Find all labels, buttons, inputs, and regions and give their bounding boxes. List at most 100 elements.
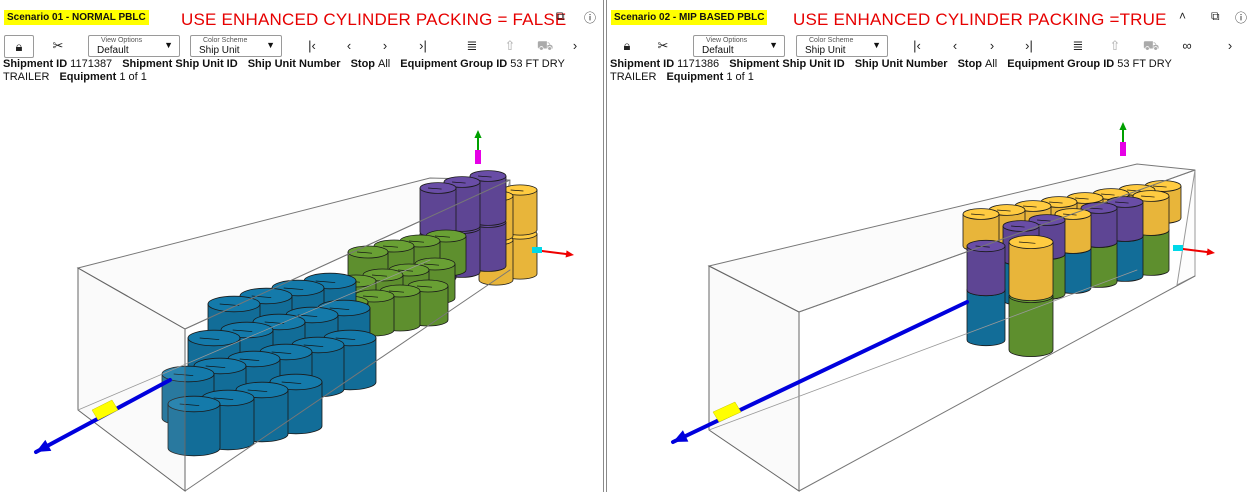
unload-icon: ⇧ bbox=[1109, 38, 1121, 53]
stack-icon: ≣ bbox=[466, 38, 478, 53]
cylinder-top bbox=[187, 329, 241, 347]
cylinder-body bbox=[966, 245, 1006, 297]
cylinder-top bbox=[1002, 220, 1040, 232]
popout-icon[interactable]: ⧉ bbox=[556, 9, 565, 24]
truck-button[interactable]: ⛟ bbox=[533, 35, 557, 56]
ship-unit-id-label: Shipment Ship Unit ID bbox=[122, 58, 238, 70]
load-3d-viewport[interactable] bbox=[607, 80, 1252, 492]
info-icon[interactable]: ⓘ bbox=[584, 9, 596, 26]
cylinder-body bbox=[966, 289, 1006, 347]
shipment-id: 1171386 bbox=[677, 58, 720, 70]
color-scheme-label: Color Scheme bbox=[203, 37, 248, 44]
first-icon: |‹ bbox=[308, 38, 316, 53]
packing-note: USE ENHANCED CYLINDER PACKING =TRUE bbox=[793, 10, 1167, 29]
color-scheme-label: Color Scheme bbox=[809, 37, 854, 44]
shipment-id: 1171387 bbox=[70, 58, 113, 70]
chevron-down-icon: ▼ bbox=[769, 40, 778, 50]
more-icon: › bbox=[572, 38, 578, 53]
y-axis-arrow-icon bbox=[474, 130, 482, 138]
packing-note: USE ENHANCED CYLINDER PACKING = FALSE bbox=[181, 10, 567, 29]
equipment-group-value: 53 FT DRY bbox=[510, 58, 565, 70]
y-axis-arrow-icon bbox=[1119, 122, 1127, 130]
shipment-id-label: Shipment ID bbox=[3, 58, 68, 70]
z-axis-arrow-icon bbox=[1206, 248, 1215, 256]
cylinder bbox=[966, 239, 1006, 297]
last-icon: ›| bbox=[419, 38, 427, 53]
unload-button[interactable]: ⇧ bbox=[1103, 35, 1127, 56]
panel-header: Scenario 02 - MIP BASED PBLC USE ENHANCE… bbox=[607, 0, 1252, 34]
chevron-down-icon: ▼ bbox=[872, 40, 881, 50]
color-scheme-select[interactable]: Color Scheme Ship Unit ▼ bbox=[796, 35, 888, 57]
z-axis-marker bbox=[1173, 245, 1183, 251]
last-icon: ›| bbox=[1025, 38, 1033, 53]
cylinder-top bbox=[1008, 234, 1054, 249]
prev-button[interactable]: ‹ bbox=[337, 35, 361, 56]
view-options-select[interactable]: View Options Default ▼ bbox=[693, 35, 785, 57]
stack-button[interactable]: ≣ bbox=[1066, 35, 1090, 56]
lock-button[interactable]: 🔒︎ bbox=[615, 35, 639, 56]
equipment-group-label: Equipment Group ID bbox=[400, 58, 508, 70]
chevron-down-icon: ▼ bbox=[164, 40, 173, 50]
glasses-button[interactable]: ∞ bbox=[1175, 35, 1199, 56]
toolbar: 🔒︎ ✂ View Options Default ▼ Color Scheme… bbox=[607, 35, 1252, 57]
cylinder-top bbox=[419, 182, 457, 194]
color-scheme-select[interactable]: Color Scheme Ship Unit ▼ bbox=[190, 35, 282, 57]
stop-value: All bbox=[378, 58, 391, 70]
y-axis-marker bbox=[1120, 142, 1126, 156]
ship-unit-number-label: Ship Unit Number bbox=[247, 58, 341, 70]
z-axis-arrow-icon bbox=[565, 250, 574, 258]
color-scheme-value: Ship Unit bbox=[199, 45, 240, 56]
truck-button[interactable]: ⛟ bbox=[1139, 35, 1163, 56]
stop-label: Stop bbox=[350, 58, 376, 70]
tools-button[interactable]: ✂ bbox=[651, 35, 675, 56]
last-button[interactable]: ›| bbox=[1017, 35, 1041, 56]
view-options-label: View Options bbox=[101, 37, 143, 44]
popout-icon[interactable]: ⧉ bbox=[1211, 9, 1220, 24]
color-scheme-value: Ship Unit bbox=[805, 45, 846, 56]
scenario-panel-left: Scenario 01 - NORMAL PBLC USE ENHANCED C… bbox=[0, 0, 604, 492]
load-3d-viewport[interactable] bbox=[0, 80, 603, 492]
ship-unit-number-label: Ship Unit Number bbox=[854, 58, 948, 70]
last-button[interactable]: ›| bbox=[411, 35, 435, 56]
scenario-panel-right: Scenario 02 - MIP BASED PBLC USE ENHANCE… bbox=[606, 0, 1252, 492]
tools-button[interactable]: ✂ bbox=[46, 35, 70, 56]
lock-icon: 🔒︎ bbox=[623, 38, 631, 53]
scenario-label: Scenario 02 - MIP BASED PBLC bbox=[611, 10, 768, 25]
cylinder-body bbox=[1008, 295, 1054, 357]
unload-button[interactable]: ⇧ bbox=[498, 35, 522, 56]
chevron-down-icon: ▼ bbox=[266, 40, 275, 50]
stop-value: All bbox=[985, 58, 998, 70]
z-axis-marker bbox=[532, 247, 542, 253]
view-options-select[interactable]: View Options Default ▼ bbox=[88, 35, 180, 57]
cylinder bbox=[419, 182, 457, 238]
scenario-label: Scenario 01 - NORMAL PBLC bbox=[4, 10, 149, 25]
view-options-value: Default bbox=[97, 45, 129, 56]
lock-icon: 🔒︎ bbox=[15, 39, 23, 54]
shipment-id-label: Shipment ID bbox=[610, 58, 675, 70]
first-button[interactable]: |‹ bbox=[905, 35, 929, 56]
equipment-group-value: 53 FT DRY bbox=[1117, 58, 1172, 70]
glasses-icon: ∞ bbox=[1182, 38, 1192, 53]
cylinder bbox=[1008, 234, 1054, 301]
info-icon[interactable]: ⓘ bbox=[1235, 9, 1247, 26]
next-button[interactable]: › bbox=[373, 35, 397, 56]
y-axis-marker bbox=[475, 150, 481, 164]
stack-button[interactable]: ≣ bbox=[460, 35, 484, 56]
more-icon: › bbox=[1227, 38, 1233, 53]
tools-icon: ✂ bbox=[52, 38, 64, 53]
more-button[interactable]: › bbox=[563, 35, 587, 56]
lock-button[interactable]: 🔒︎ bbox=[4, 35, 34, 58]
view-options-value: Default bbox=[702, 45, 734, 56]
first-button[interactable]: |‹ bbox=[300, 35, 324, 56]
equipment-group-label: Equipment Group ID bbox=[1007, 58, 1115, 70]
more-button[interactable]: › bbox=[1218, 35, 1242, 56]
prev-icon: ‹ bbox=[346, 38, 352, 53]
panel-header: Scenario 01 - NORMAL PBLC USE ENHANCED C… bbox=[0, 0, 603, 34]
next-button[interactable]: › bbox=[980, 35, 1004, 56]
collapse-icon[interactable]: ˄ bbox=[1179, 9, 1186, 23]
prev-icon: ‹ bbox=[952, 38, 958, 53]
next-icon: › bbox=[382, 38, 388, 53]
cylinder-top bbox=[962, 208, 1000, 220]
prev-button[interactable]: ‹ bbox=[943, 35, 967, 56]
view-options-label: View Options bbox=[706, 37, 748, 44]
